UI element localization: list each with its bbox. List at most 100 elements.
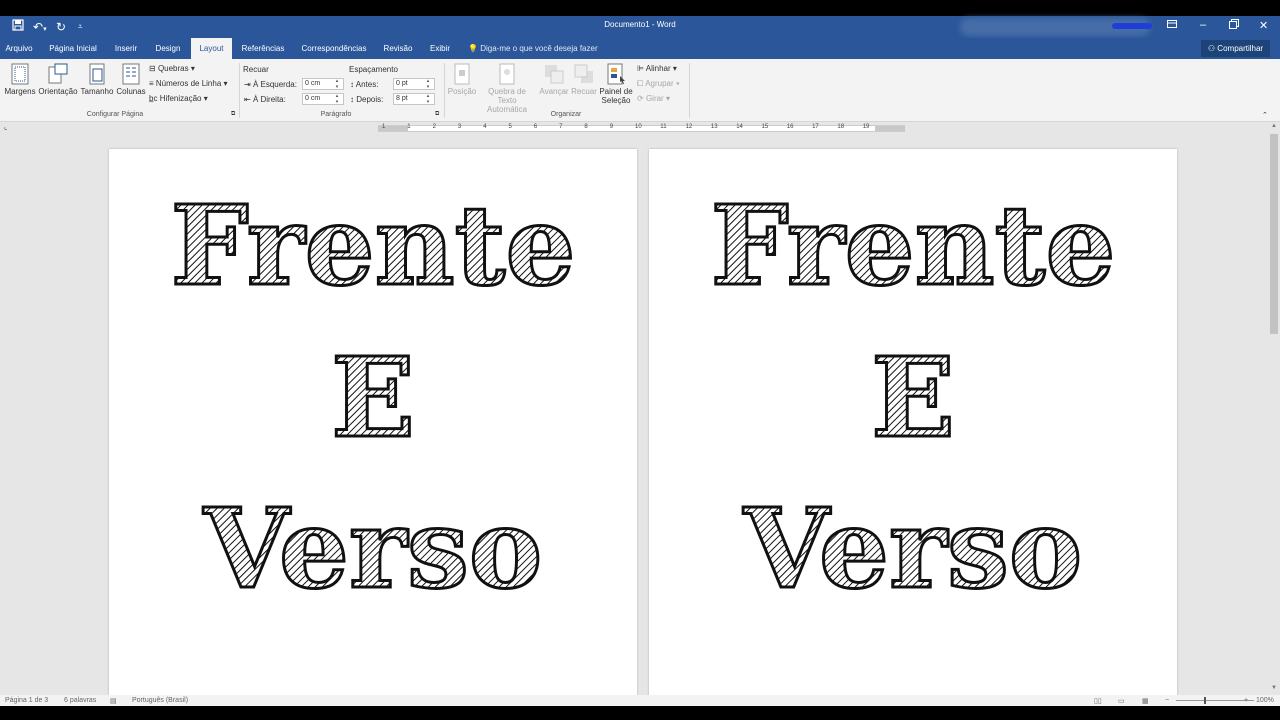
zoom-slider-thumb[interactable] — [1204, 697, 1206, 704]
indent-left-text: À Esquerda: — [252, 80, 297, 89]
spacing-after-input[interactable]: 8 pt — [393, 93, 435, 105]
collapse-ribbon-icon[interactable]: ⌃ — [1262, 111, 1268, 119]
spacing-before-label: ↕ Antes: — [350, 80, 378, 89]
line-numbers-button[interactable]: ≡ Números de Linha ▾ — [149, 79, 228, 88]
align-label: Alinhar — [645, 64, 671, 73]
tab-selector-icon[interactable]: ⌞ — [4, 123, 7, 131]
group-separator — [689, 63, 690, 118]
minimize-icon[interactable]: – — [1200, 19, 1206, 31]
wrap-text-icon — [496, 63, 518, 85]
tab-references[interactable]: Referências — [236, 38, 290, 59]
rotate-button[interactable]: ⟳ Girar ▾ — [637, 94, 670, 103]
tab-file[interactable]: Arquivo — [0, 38, 38, 59]
tab-insert[interactable]: Inserir — [108, 38, 144, 59]
document-area: ⌞ 1 1 2 3 4 5 6 7 8 9 10 11 12 13 14 15 16 17 18 19 Frente … — [0, 122, 1280, 695]
hyphenation-icon: b̲c — [149, 94, 158, 103]
proofing-icon[interactable]: ▤ — [110, 697, 117, 705]
orientation-button[interactable]: Orientação — [38, 63, 78, 96]
margins-button[interactable]: Margens — [4, 63, 36, 96]
page-1[interactable]: Frente E Verso — [109, 149, 637, 695]
breaks-icon: ⊟ — [149, 64, 156, 73]
print-layout-icon[interactable]: ▭ — [1118, 697, 1125, 705]
tab-home[interactable]: Página Inicial — [42, 38, 104, 59]
ruler-tick-label: 9 — [609, 124, 614, 130]
person-icon: ⚇ — [1207, 44, 1216, 53]
page-setup-launcher-icon[interactable]: ⧉ — [231, 111, 235, 118]
indent-right-input[interactable]: 0 cm — [302, 93, 344, 105]
share-button[interactable]: ⚇ Compartilhar — [1201, 40, 1270, 57]
ruler-tick-label: 2 — [432, 124, 436, 130]
page-2-line-2: E — [871, 333, 955, 462]
position-icon — [451, 63, 473, 85]
tell-me-box[interactable]: 💡 Diga-me o que você deseja fazer — [468, 38, 598, 59]
columns-button[interactable]: Colunas — [116, 63, 146, 96]
ruler-tick-label: 7 — [559, 124, 563, 130]
selection-pane-label-2: Seleção — [601, 96, 631, 105]
page-2[interactable]: Frente E Verso — [649, 149, 1177, 695]
page-count[interactable]: Página 1 de 3 — [5, 697, 48, 704]
page-1-text: Frente E Verso — [169, 180, 577, 615]
read-mode-icon[interactable]: ▯▯ — [1094, 697, 1102, 705]
group-button[interactable]: ⧠ Agrupar ▾ — [637, 79, 680, 89]
group-label: Agrupar — [645, 79, 674, 88]
zoom-out-icon[interactable]: − — [1165, 697, 1169, 704]
horizontal-ruler[interactable]: 1 1 2 3 4 5 6 7 8 9 10 11 12 13 14 15 16 17 18 19 — [378, 124, 905, 132]
language[interactable]: Português (Brasil) — [132, 697, 188, 704]
ruler-tick-label: 1 — [407, 124, 411, 130]
vertical-scrollbar[interactable]: ▲ ▼ — [1268, 122, 1280, 695]
indent-right-icon: ⇤ — [244, 95, 251, 104]
ruler-tick-label: 13 — [710, 124, 718, 130]
paragraph-launcher-icon[interactable]: ⧉ — [435, 111, 439, 118]
ruler-tick-label: 1 — [382, 124, 386, 130]
columns-icon — [120, 63, 142, 85]
zoom-slider[interactable] — [1176, 697, 1254, 704]
line-numbers-icon: ≡ — [149, 79, 154, 88]
bottom-black-bar — [0, 706, 1280, 720]
hyphenation-button[interactable]: b̲c Hifenização ▾ — [149, 94, 208, 103]
hyphenation-label: Hifenização — [159, 94, 202, 103]
bring-forward-label: Avançar — [539, 87, 569, 96]
zoom-level[interactable]: 100% — [1256, 697, 1274, 704]
ribbon-display-options-icon[interactable] — [1167, 19, 1177, 32]
tab-mailings[interactable]: Correspondências — [296, 38, 372, 59]
ruler-tick-label: 4 — [483, 124, 487, 130]
position-button[interactable]: Posição — [447, 63, 477, 96]
wrap-text-button[interactable]: Quebra de Texto Automática — [478, 63, 536, 114]
indent-left-input[interactable]: 0 cm — [302, 78, 344, 90]
word-count[interactable]: 6 palavras — [64, 697, 96, 704]
spacing-before-text: Antes: — [355, 80, 379, 89]
scrollbar-thumb[interactable] — [1270, 134, 1278, 334]
ruler-tick-label: 8 — [584, 124, 588, 130]
page-1-line-3: Verso — [203, 484, 543, 613]
spacing-before-input[interactable]: 0 pt — [393, 78, 435, 90]
indent-left-label: ⇥ À Esquerda: — [244, 80, 297, 89]
breaks-button[interactable]: ⊟ Quebras ▾ — [149, 64, 195, 73]
wrap-text-label-2: Automática — [486, 105, 528, 114]
ruler-tick-label: 6 — [533, 124, 538, 130]
ruler-tick-label: 17 — [812, 124, 819, 130]
align-button[interactable]: ⊫ Alinhar ▾ — [637, 64, 677, 73]
layout-ribbon: Margens Orientação Tamanho Colunas ⊟ Que… — [0, 59, 1280, 122]
send-backward-label: Recuar — [571, 87, 597, 96]
indent-right-label: ⇤ À Direita: — [244, 95, 286, 104]
send-backward-button[interactable]: Recuar — [570, 63, 598, 96]
page-1-line-1: Frente — [171, 181, 576, 310]
close-icon[interactable]: ✕ — [1259, 19, 1268, 32]
restore-icon[interactable] — [1229, 19, 1239, 32]
scroll-up-icon[interactable]: ▲ — [1271, 123, 1277, 129]
size-button[interactable]: Tamanho — [80, 63, 114, 96]
tab-review[interactable]: Revisão — [378, 38, 418, 59]
selection-pane-button[interactable]: Painel de Seleção — [599, 63, 633, 105]
web-layout-icon[interactable]: ▦ — [1142, 697, 1149, 705]
breaks-label: Quebras — [157, 64, 189, 73]
margins-icon — [9, 63, 31, 85]
bring-forward-button[interactable]: Avançar — [538, 63, 570, 96]
scroll-down-icon[interactable]: ▼ — [1271, 685, 1277, 691]
tab-view[interactable]: Exibir — [424, 38, 456, 59]
zoom-in-icon[interactable]: + — [1244, 697, 1248, 704]
tab-design[interactable]: Design — [150, 38, 186, 59]
line-numbers-label: Números de Linha — [155, 79, 222, 88]
page-1-line-2: E — [331, 333, 415, 462]
tab-layout[interactable]: Layout — [191, 38, 232, 59]
page-2-line-1: Frente — [711, 181, 1116, 310]
